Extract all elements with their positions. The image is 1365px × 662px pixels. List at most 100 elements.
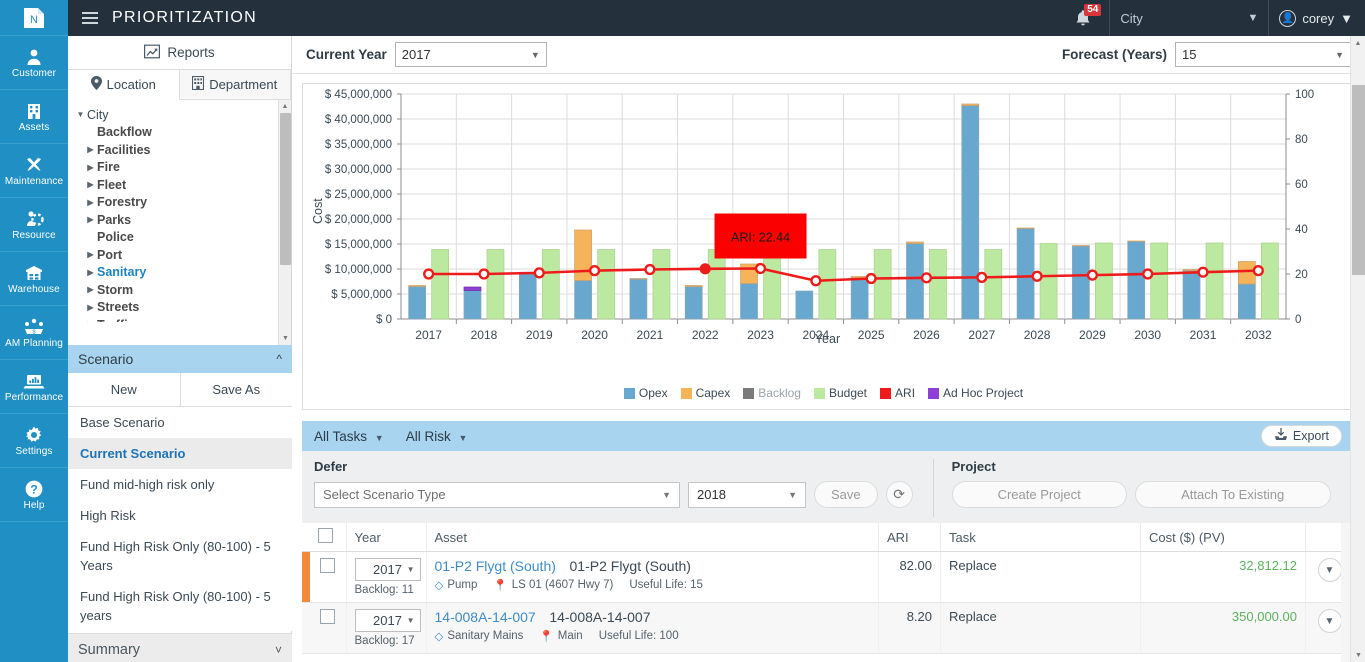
tab-department[interactable]: Department xyxy=(180,70,292,100)
tab-location[interactable]: Location xyxy=(68,70,180,100)
twisty-right-icon[interactable]: ▶ xyxy=(84,250,97,259)
sidebar-item-warehouse[interactable]: Warehouse xyxy=(0,252,68,306)
scroll-up-icon[interactable]: ▲ xyxy=(279,100,291,113)
scenario-item-high-risk[interactable]: High Risk xyxy=(68,500,292,531)
page-scrollbar[interactable]: ▲ ▼ xyxy=(1350,36,1365,662)
sidebar-item-maintenance[interactable]: Maintenance xyxy=(0,144,68,198)
tree-node-traffic[interactable]: ▶ Traffic xyxy=(74,316,291,322)
legend-item-ad-hoc-project[interactable]: Ad Hoc Project xyxy=(928,386,1023,400)
scroll-down-icon[interactable]: ▼ xyxy=(1351,648,1365,662)
tree-node-port[interactable]: ▶ Port xyxy=(74,246,291,264)
sidebar-label: Assets xyxy=(19,122,50,133)
sidebar-item-assets[interactable]: Assets xyxy=(0,90,68,144)
tree-node-label: Streets xyxy=(97,300,139,314)
scenario-item-fund-high-5years[interactable]: Fund High Risk Only (80-100) - 5 Years xyxy=(68,531,292,581)
tree-scrollbar-thumb[interactable] xyxy=(280,113,291,265)
tree-node-streets[interactable]: ▶ Streets xyxy=(74,299,291,317)
scenario-item-current[interactable]: Current Scenario xyxy=(68,438,292,469)
twisty-right-icon[interactable]: ▶ xyxy=(84,215,97,224)
tree-node-forestry[interactable]: ▶ Forestry xyxy=(74,194,291,212)
tree-node-backflow[interactable]: Backflow xyxy=(74,124,291,142)
select-all-checkbox[interactable] xyxy=(318,528,333,543)
twisty-right-icon[interactable]: ▶ xyxy=(84,145,97,154)
all-tasks-menu[interactable]: All Tasks ▼ xyxy=(314,429,384,444)
scenario-type-select[interactable]: Select Scenario Type ▼ xyxy=(314,482,680,508)
legend-item-capex[interactable]: Capex xyxy=(681,386,731,400)
twisty-right-icon[interactable]: ▶ xyxy=(84,198,97,207)
scroll-up-icon[interactable]: ▲ xyxy=(1351,36,1365,50)
reports-tab[interactable]: Reports xyxy=(68,36,291,70)
row-year-select[interactable]: 2017 ▼ xyxy=(355,558,421,581)
tree-node-parks[interactable]: ▶ Parks xyxy=(74,211,291,229)
expand-row-button[interactable]: ▼ xyxy=(1318,558,1342,582)
tree-node-fleet[interactable]: ▶ Fleet xyxy=(74,176,291,194)
chevron-down-icon: ▼ xyxy=(1335,50,1344,60)
refresh-button[interactable]: ⟳ xyxy=(886,481,913,508)
sidebar-item-help[interactable]: ? Help xyxy=(0,468,68,522)
app-logo[interactable]: N xyxy=(0,0,68,36)
all-risk-menu[interactable]: All Risk ▼ xyxy=(406,429,468,444)
column-header-ari[interactable]: ARI xyxy=(879,523,941,552)
save-defer-button[interactable]: Save xyxy=(814,481,878,508)
column-header-year[interactable]: Year xyxy=(346,523,426,552)
twisty-right-icon[interactable]: ▶ xyxy=(84,320,97,322)
row-year-cell: 2017 ▼ Backlog: 17 xyxy=(346,603,426,654)
user-menu[interactable]: 👤 corey ▼ xyxy=(1269,0,1365,36)
legend-item-ari[interactable]: ARI xyxy=(880,386,915,400)
attach-to-existing-button[interactable]: Attach To Existing xyxy=(1135,481,1331,508)
twisty-right-icon[interactable]: ▶ xyxy=(84,268,97,277)
sidebar-item-performance[interactable]: Performance xyxy=(0,360,68,414)
column-header-task[interactable]: Task xyxy=(941,523,1141,552)
scroll-down-icon[interactable]: ▼ xyxy=(279,332,292,345)
tree-node-police[interactable]: Police xyxy=(74,229,291,247)
sidebar-item-customer[interactable]: Customer xyxy=(0,36,68,90)
export-icon xyxy=(1274,428,1288,444)
summary-section-header[interactable]: Summary ˅ xyxy=(68,633,292,662)
expand-row-button[interactable]: ▼ xyxy=(1318,609,1342,633)
create-project-button[interactable]: Create Project xyxy=(952,481,1127,508)
tree-node-storm[interactable]: ▶ Storm xyxy=(74,281,291,299)
sidebar-item-am-planning[interactable]: $ AM Planning xyxy=(0,306,68,360)
current-year-select[interactable]: 2017 ▼ xyxy=(395,42,547,67)
table-row[interactable]: 2017 ▼ Backlog: 11 01-P2 Flygt (South) 0… xyxy=(302,552,1354,603)
legend-item-budget[interactable]: Budget xyxy=(814,386,867,400)
tree-node-facilities[interactable]: ▶ Facilities xyxy=(74,141,291,159)
new-scenario-button[interactable]: New xyxy=(68,373,181,407)
save-as-scenario-button[interactable]: Save As xyxy=(181,373,293,407)
chart-plot-area[interactable]: $ 45,000,000$ 40,000,000$ 35,000,000$ 30… xyxy=(303,84,1352,374)
row-checkbox[interactable] xyxy=(320,558,335,573)
row-checkbox[interactable] xyxy=(320,609,335,624)
column-header-cost[interactable]: Cost ($) (PV) xyxy=(1141,523,1306,552)
column-header-asset[interactable]: Asset xyxy=(426,523,879,552)
cost-index-chart[interactable]: $ 45,000,000$ 40,000,000$ 35,000,000$ 30… xyxy=(303,84,1352,374)
asset-link[interactable]: 01-P2 Flygt (South) xyxy=(435,558,556,574)
scenario-section-header[interactable]: Scenario ^ xyxy=(68,345,292,373)
export-button[interactable]: Export xyxy=(1261,425,1342,447)
tree-node-city[interactable]: ▼ City xyxy=(74,106,291,124)
scenario-item-fund-high-5years-alt[interactable]: Fund High Risk Only (80-100) - 5 years xyxy=(68,581,292,631)
twisty-right-icon[interactable]: ▶ xyxy=(84,285,97,294)
asset-link[interactable]: 14-008A-14-007 xyxy=(435,609,536,625)
twisty-down-icon[interactable]: ▼ xyxy=(74,110,87,119)
city-selector[interactable]: City ▼ xyxy=(1109,0,1269,36)
scenario-item-fund-mid-high[interactable]: Fund mid-high risk only xyxy=(68,469,292,500)
sidebar-item-resource[interactable]: Resource xyxy=(0,198,68,252)
defer-year-select[interactable]: 2018 ▼ xyxy=(688,482,806,508)
tree-node-sanitary[interactable]: ▶ Sanitary xyxy=(74,264,291,282)
scenario-item-base[interactable]: Base Scenario xyxy=(68,407,292,438)
row-year-select[interactable]: 2017 ▼ xyxy=(355,609,421,632)
tree-scrollbar[interactable]: ▲ ▼ xyxy=(278,100,291,345)
sidebar-item-settings[interactable]: Settings xyxy=(0,414,68,468)
legend-item-backlog[interactable]: Backlog xyxy=(743,386,801,400)
twisty-right-icon[interactable]: ▶ xyxy=(84,180,97,189)
table-row[interactable]: 2017 ▼ Backlog: 17 14-008A-14-007 14-008… xyxy=(302,603,1354,654)
filter-bar: Current Year 2017 ▼ Forecast (Years) 15 … xyxy=(292,36,1365,74)
forecast-years-select[interactable]: 15 ▼ xyxy=(1175,42,1351,67)
twisty-right-icon[interactable]: ▶ xyxy=(84,163,97,172)
twisty-right-icon[interactable]: ▶ xyxy=(84,303,97,312)
legend-item-opex[interactable]: Opex xyxy=(624,386,668,400)
notifications-button[interactable]: 54 xyxy=(1057,0,1109,36)
tree-node-fire[interactable]: ▶ Fire xyxy=(74,159,291,177)
menu-toggle-icon[interactable] xyxy=(82,9,98,27)
page-scrollbar-thumb[interactable] xyxy=(1352,85,1365,275)
